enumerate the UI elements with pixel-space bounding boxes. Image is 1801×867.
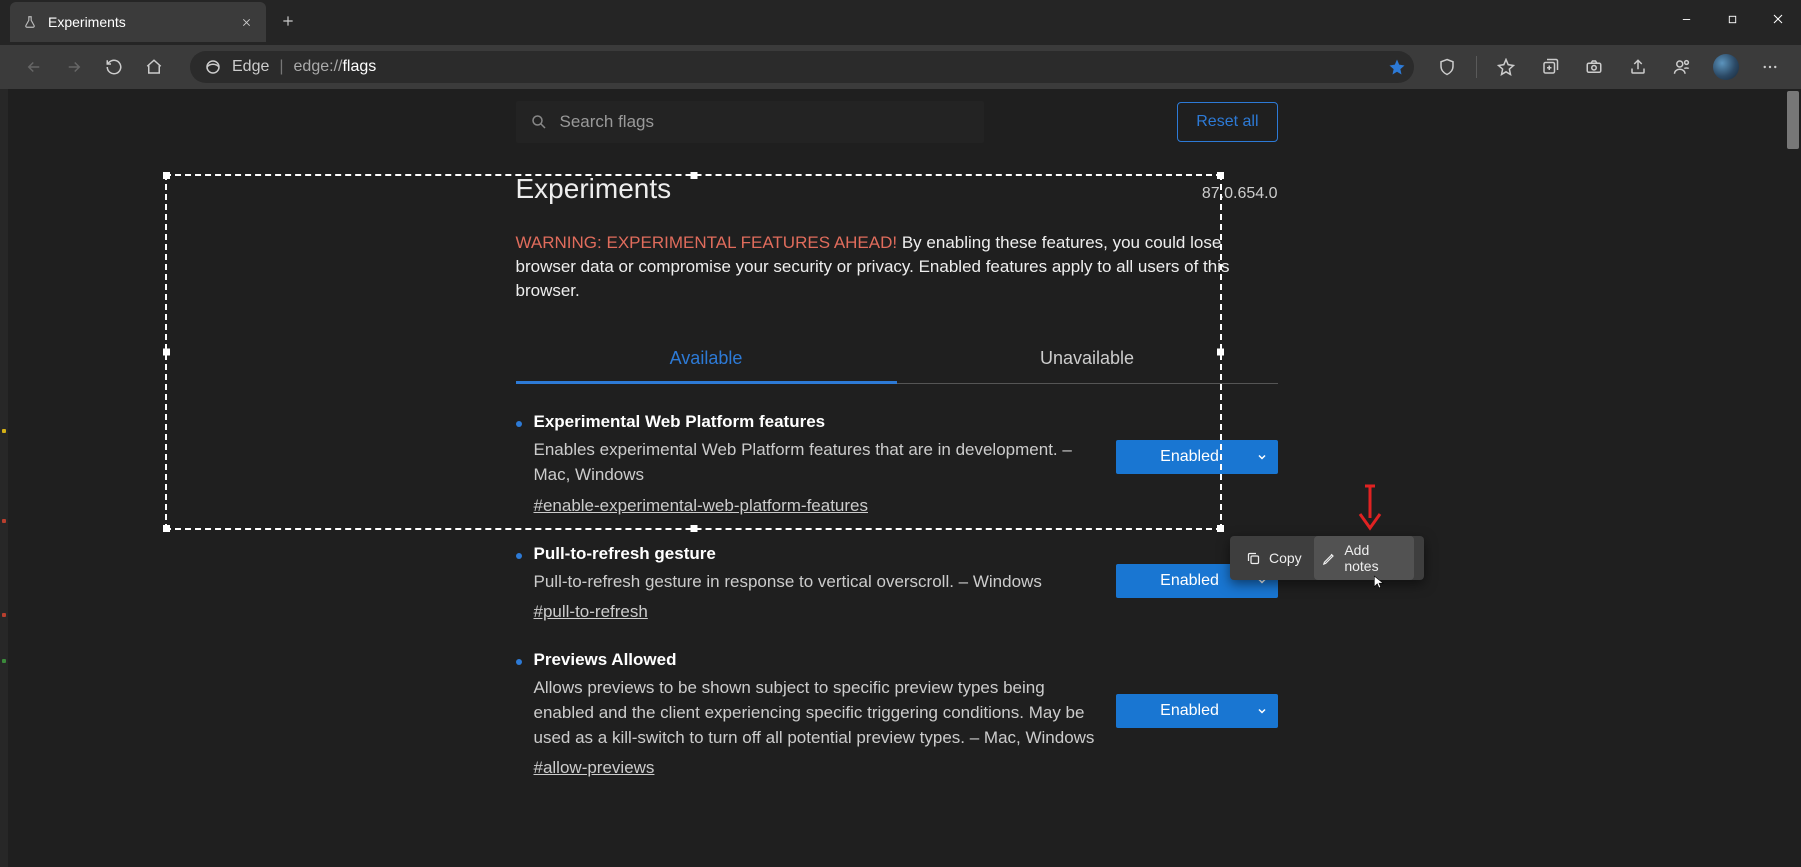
capture-toolbar: Copy Add notes	[1230, 536, 1424, 580]
separator	[1476, 56, 1477, 78]
flag-title: Pull-to-refresh gesture	[534, 544, 1104, 564]
window-close-button[interactable]	[1755, 2, 1801, 36]
add-notes-button[interactable]: Add notes	[1314, 536, 1414, 580]
new-tab-button[interactable]	[274, 7, 302, 35]
more-menu-icon[interactable]	[1751, 49, 1789, 85]
scrollbar-thumb[interactable]	[1787, 91, 1799, 149]
flag-anchor-link[interactable]: #allow-previews	[534, 758, 655, 778]
browser-version: 87.0.654.0	[1202, 185, 1278, 203]
flag-title: Experimental Web Platform features	[534, 412, 1104, 432]
flags-page: Experiments 87.0.654.0 WARNING: EXPERIME…	[516, 155, 1278, 778]
address-bar[interactable]: Edge | edge://flags	[190, 51, 1414, 83]
tab-unavailable[interactable]: Unavailable	[897, 338, 1278, 383]
share-icon[interactable]	[1619, 49, 1657, 85]
flag-description: Enables experimental Web Platform featur…	[534, 438, 1104, 487]
address-url: edge://flags	[294, 58, 377, 76]
viewport: Search flags Reset all Experiments 87.0.…	[0, 89, 1801, 867]
warning-text: WARNING: EXPERIMENTAL FEATURES AHEAD! By…	[516, 231, 1278, 302]
flag-anchor-link[interactable]: #enable-experimental-web-platform-featur…	[534, 496, 869, 516]
flag-item: Previews Allowed Allows previews to be s…	[516, 622, 1278, 778]
toolbar-right	[1428, 49, 1793, 85]
mouse-cursor-icon	[1372, 573, 1386, 591]
web-capture-icon[interactable]	[1575, 49, 1613, 85]
flag-description: Allows previews to be shown subject to s…	[534, 676, 1104, 750]
edge-logo-icon	[204, 58, 222, 76]
annotation-arrow-icon	[1356, 484, 1384, 532]
flag-state-select[interactable]: Enabled	[1116, 440, 1278, 474]
navbar: Edge | edge://flags	[0, 45, 1801, 89]
copy-button[interactable]: Copy	[1240, 544, 1308, 572]
titlebar: Experiments	[0, 0, 1801, 45]
flag-state-value: Enabled	[1132, 448, 1248, 466]
search-placeholder: Search flags	[560, 112, 655, 132]
favorite-star-icon[interactable]	[1388, 58, 1406, 76]
flag-anchor-link[interactable]: #pull-to-refresh	[534, 602, 648, 622]
flag-description: Pull-to-refresh gesture in response to v…	[534, 570, 1104, 595]
vertical-tabs-strip[interactable]	[0, 89, 8, 867]
scrollbar[interactable]	[1785, 89, 1801, 867]
flag-item: Experimental Web Platform features Enabl…	[516, 384, 1278, 515]
address-app-label: Edge	[232, 58, 269, 76]
chevron-down-icon	[1256, 705, 1268, 717]
flags-topbar: Search flags Reset all	[516, 89, 1278, 155]
flag-item: Pull-to-refresh gesture Pull-to-refresh …	[516, 516, 1278, 623]
collections-icon[interactable]	[1531, 49, 1569, 85]
page-header: Experiments 87.0.654.0	[516, 173, 1278, 205]
tab-title: Experiments	[48, 14, 126, 30]
flag-tabs: Available Unavailable	[516, 338, 1278, 384]
reset-all-button[interactable]: Reset all	[1177, 102, 1277, 142]
profile-switch-icon[interactable]	[1663, 49, 1701, 85]
avatar[interactable]	[1707, 49, 1745, 85]
window-controls	[1663, 2, 1801, 36]
browser-tab[interactable]: Experiments	[10, 2, 266, 42]
address-separator: |	[279, 58, 283, 76]
copy-icon	[1246, 551, 1261, 566]
tracking-shield-icon[interactable]	[1428, 49, 1466, 85]
page-title: Experiments	[516, 173, 672, 205]
flag-bullet-icon	[516, 659, 522, 665]
refresh-button[interactable]	[96, 49, 132, 85]
forward-button[interactable]	[56, 49, 92, 85]
back-button[interactable]	[16, 49, 52, 85]
flag-state-select[interactable]: Enabled	[1116, 694, 1278, 728]
window-minimize-button[interactable]	[1663, 2, 1709, 36]
tab-close-icon[interactable]	[238, 14, 254, 30]
warning-prefix: WARNING: EXPERIMENTAL FEATURES AHEAD!	[516, 233, 898, 252]
chevron-down-icon	[1256, 451, 1268, 463]
copy-label: Copy	[1269, 550, 1302, 566]
window-maximize-button[interactable]	[1709, 2, 1755, 36]
flag-title: Previews Allowed	[534, 650, 1104, 670]
flag-state-value: Enabled	[1132, 702, 1248, 720]
add-notes-label: Add notes	[1344, 542, 1406, 574]
flask-icon	[22, 14, 38, 30]
tab-available[interactable]: Available	[516, 338, 897, 383]
tab-indicator	[516, 381, 897, 384]
search-flags-input[interactable]: Search flags	[516, 101, 984, 143]
flag-bullet-icon	[516, 421, 522, 427]
home-button[interactable]	[136, 49, 172, 85]
flag-bullet-icon	[516, 553, 522, 559]
favorites-icon[interactable]	[1487, 49, 1525, 85]
search-icon	[530, 113, 548, 131]
pen-icon	[1322, 551, 1337, 566]
page-content: Search flags Reset all Experiments 87.0.…	[8, 89, 1785, 867]
